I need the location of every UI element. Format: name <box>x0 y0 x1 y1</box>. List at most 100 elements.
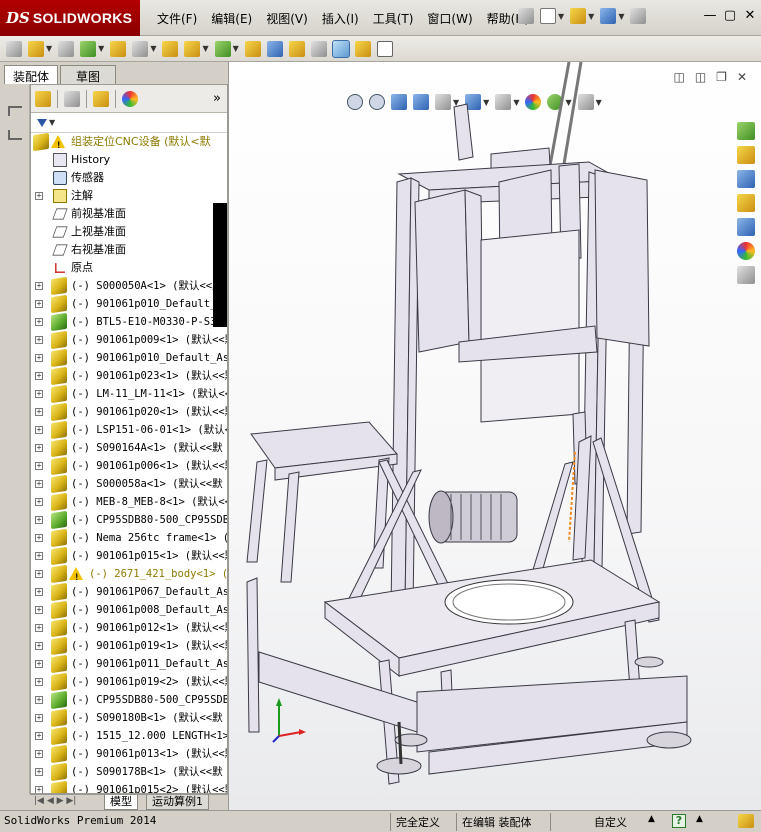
appearances-scenes-icon[interactable] <box>737 242 755 260</box>
tree-item-component[interactable]: + (-) LSP151-06-01<1> (默认< <box>31 420 227 440</box>
tree-item-component[interactable]: + (-) 901061p020<1> (默认<<默 <box>31 402 227 422</box>
file-explorer-icon[interactable] <box>737 194 755 212</box>
tree-item-annotation[interactable]: + 注解 <box>31 187 227 205</box>
expand-icon[interactable]: + <box>35 786 43 793</box>
nav-arrows-icon[interactable]: |◀ ◀ ▶ ▶| <box>34 796 76 806</box>
insert-component-icon[interactable] <box>6 40 22 57</box>
propertymanager-icon[interactable] <box>64 90 80 107</box>
more-tabs-icon[interactable]: » <box>213 91 221 106</box>
update-speedpak-icon[interactable] <box>354 40 371 57</box>
tree-item-component[interactable]: + (-) 2671_421_body<1> (默认< <box>31 564 227 587</box>
expand-icon[interactable]: + <box>35 570 43 578</box>
solidworks-logo[interactable]: DS SOLIDWORKS <box>0 0 140 36</box>
smart-fasteners-icon[interactable] <box>110 40 127 57</box>
expand-icon[interactable]: + <box>35 300 43 308</box>
chevron-up-icon[interactable]: ▲ <box>696 814 703 824</box>
expand-icon[interactable]: + <box>35 750 43 758</box>
tree-item-component[interactable]: + (-) S090178B<1> (默认<<默 <box>31 762 227 782</box>
chevron-down-icon[interactable]: ▼ <box>46 44 52 53</box>
view-palette-icon[interactable] <box>737 218 755 236</box>
linear-pattern-icon[interactable] <box>80 40 97 57</box>
explode-line-icon[interactable] <box>310 40 327 57</box>
solidworks-resources-icon[interactable] <box>737 122 755 140</box>
expand-icon[interactable]: + <box>35 624 43 632</box>
chevron-down-icon[interactable]: ▼ <box>588 12 594 21</box>
menu-file[interactable]: 文件(F) <box>150 10 204 27</box>
new-part-icon[interactable] <box>28 40 44 57</box>
tree-item-component[interactable]: + (-) 901061p013<1> (默认<<默 <box>31 744 227 764</box>
filter-icon[interactable] <box>37 118 47 127</box>
tree-item-component[interactable]: + (-) S090164A<1> (默认<<默 <box>31 438 227 458</box>
tree-item-component[interactable]: + (-) 901061p015<1> (默认<<默 <box>31 546 227 566</box>
show-hidden-icon[interactable] <box>162 40 179 57</box>
open-folder-icon[interactable] <box>570 8 587 24</box>
tree-item-history[interactable]: History <box>31 151 227 169</box>
expand-icon[interactable]: + <box>35 660 43 668</box>
expand-icon[interactable]: + <box>35 516 43 524</box>
tree-item-component[interactable]: + (-) LM-11_LM-11<1> (默认<< <box>31 384 227 404</box>
expand-icon[interactable]: + <box>35 192 43 200</box>
tree-item-component[interactable]: + (-) 1515_12.000 LENGTH<1> <box>31 726 227 746</box>
expand-icon[interactable]: + <box>35 768 43 776</box>
take-snapshot-icon[interactable] <box>376 40 393 57</box>
sketch-tool-icon[interactable] <box>8 106 22 116</box>
tree-item-component[interactable]: + (-) 901061P067_Default_As <box>31 582 227 602</box>
tree-item-plane[interactable]: 上视基准面 <box>31 223 227 241</box>
bill-of-materials-icon[interactable] <box>266 40 283 57</box>
design-library-icon[interactable] <box>737 170 755 188</box>
expand-icon[interactable]: + <box>35 480 43 488</box>
menu-tools[interactable]: 工具(T) <box>366 10 421 27</box>
mate-icon[interactable] <box>58 40 75 57</box>
new-motion-study-icon[interactable] <box>244 40 261 57</box>
custom-properties-icon[interactable] <box>737 266 755 284</box>
chevron-down-icon[interactable]: ▼ <box>202 44 208 53</box>
expand-icon[interactable]: + <box>35 282 43 290</box>
expand-icon[interactable]: + <box>35 318 43 326</box>
menu-insert[interactable]: 插入(I) <box>315 10 366 27</box>
menu-window[interactable]: 窗口(W) <box>420 10 479 27</box>
tree-item-plane[interactable]: 右视基准面 <box>31 241 227 259</box>
pin-icon[interactable] <box>518 8 534 24</box>
home-icon[interactable] <box>737 146 755 164</box>
chevron-down-icon[interactable]: ▼ <box>618 12 624 21</box>
tree-item-origin[interactable]: 原点 <box>31 259 227 277</box>
configurationmanager-icon[interactable] <box>93 90 109 107</box>
tree-item-component[interactable]: + (-) S000058a<1> (默认<<默 <box>31 474 227 494</box>
tree-item-component[interactable]: + (-) 901061p010_Default_As <box>31 348 227 368</box>
tree-item-component[interactable]: + (-) BTL5-E10-M0330-P-S32<1 <box>31 312 227 332</box>
dimension-tool-icon[interactable] <box>8 130 22 140</box>
tree-item-component[interactable]: + (-) 901061p006<1> (默认<<默 <box>31 456 227 476</box>
chevron-down-icon[interactable]: ▼ <box>49 118 55 127</box>
maximize-icon[interactable]: ▢ <box>723 8 737 23</box>
tree-item-component[interactable]: + (-) 901061p011_Default_As <box>31 654 227 674</box>
tree-item-component[interactable]: + (-) 901061p019<2> (默认<<默 <box>31 672 227 692</box>
tree-item-component[interactable]: + (-) 901061p009<1> (默认<<默 <box>31 330 227 350</box>
expand-icon[interactable]: + <box>35 696 43 704</box>
help-icon[interactable]: ? <box>672 814 686 828</box>
tree-item-component[interactable]: + (-) CP95SDB80-500_CP95SDB8 <box>31 690 227 710</box>
expand-icon[interactable]: + <box>35 426 43 434</box>
tab-model[interactable]: 模型 <box>104 795 138 810</box>
expand-icon[interactable]: + <box>35 642 43 650</box>
tree-item-component[interactable]: + (-) MEB-8_MEB-8<1> (默认<< <box>31 492 227 512</box>
assembly-features-icon[interactable] <box>184 40 201 57</box>
tree-item-component[interactable]: + (-) CP95SDB80-500_CP95SDB8 <box>31 510 227 530</box>
tree-item-component[interactable]: + (-) 901061p019<1> (默认<<默 <box>31 636 227 656</box>
expand-icon[interactable]: + <box>35 732 43 740</box>
expand-icon[interactable]: + <box>35 372 43 380</box>
rebuild-indicator-icon[interactable] <box>738 814 754 828</box>
minimize-icon[interactable]: — <box>703 8 717 23</box>
tab-motion-study[interactable]: 运动算例1 <box>146 795 209 810</box>
expand-icon[interactable]: + <box>35 354 43 362</box>
chevron-up-icon[interactable]: ▲ <box>648 814 655 824</box>
expand-icon[interactable]: + <box>35 462 43 470</box>
tree-item-component[interactable]: + (-) 901061p023<1> (默认<<默 <box>31 366 227 386</box>
tree-item-component[interactable]: + (-) 901061p012<1> (默认<<默 <box>31 618 227 638</box>
reference-geometry-icon[interactable] <box>214 40 231 57</box>
graphics-area[interactable]: ▼ ▼ ▼ ▼ ▼ ◫ ◫ ❐ ✕ <box>228 62 761 810</box>
featuremanager-icon[interactable] <box>35 90 51 107</box>
chevron-down-icon[interactable]: ▼ <box>558 12 564 21</box>
exploded-view-icon[interactable] <box>288 40 305 57</box>
tree-item-component[interactable]: + (-) 901061p008_Default_As <box>31 600 227 620</box>
move-component-icon[interactable] <box>132 40 149 57</box>
